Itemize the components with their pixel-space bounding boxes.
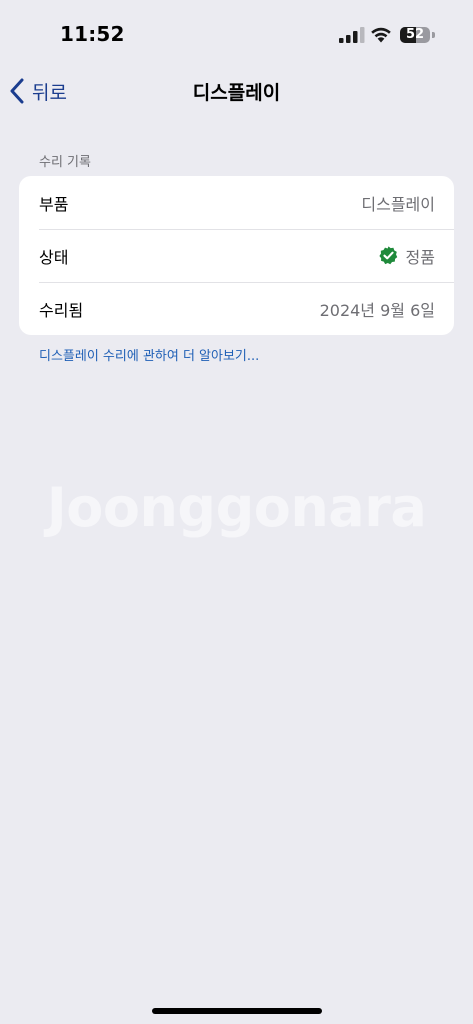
wifi-icon (371, 27, 391, 43)
row-label: 부품 (39, 194, 69, 214)
status-value: 정품 (405, 247, 435, 267)
section-header: 수리 기록 (39, 155, 91, 170)
nav-bar: 뒤로 디스플레이 (0, 68, 473, 114)
page-title: 디스플레이 (192, 82, 281, 104)
screen: 11:52 52 뒤로 디스플레이 수리 기록 부품 디스플레이 상태 정품 수… (0, 0, 473, 1024)
status-bar: 11:52 52 (0, 0, 473, 60)
repair-history-card: 부품 디스플레이 상태 정품 수리됨 2024년 9월 6일 (19, 176, 454, 335)
list-item-repaired-date: 수리됨 2024년 9월 6일 (19, 282, 454, 335)
check-badge-icon (378, 246, 397, 265)
watermark: Joonggonara (46, 476, 427, 539)
learn-more-link[interactable]: 디스플레이 수리에 관하여 더 알아보기... (39, 345, 259, 364)
list-item-status: 상태 정품 (19, 229, 454, 282)
battery-level: 52 (405, 27, 425, 42)
row-label: 상태 (39, 247, 69, 267)
signal-icon (339, 27, 365, 43)
row-value: 디스플레이 (361, 194, 435, 214)
row-label: 수리됨 (39, 300, 84, 320)
battery-icon: 52 (400, 27, 430, 43)
home-indicator[interactable] (152, 1008, 322, 1014)
row-value-status: 정품 (378, 244, 435, 268)
battery-nub (432, 32, 435, 38)
status-time: 11:52 (60, 22, 125, 46)
row-value: 2024년 9월 6일 (319, 300, 435, 320)
list-item-part: 부품 디스플레이 (19, 176, 454, 229)
